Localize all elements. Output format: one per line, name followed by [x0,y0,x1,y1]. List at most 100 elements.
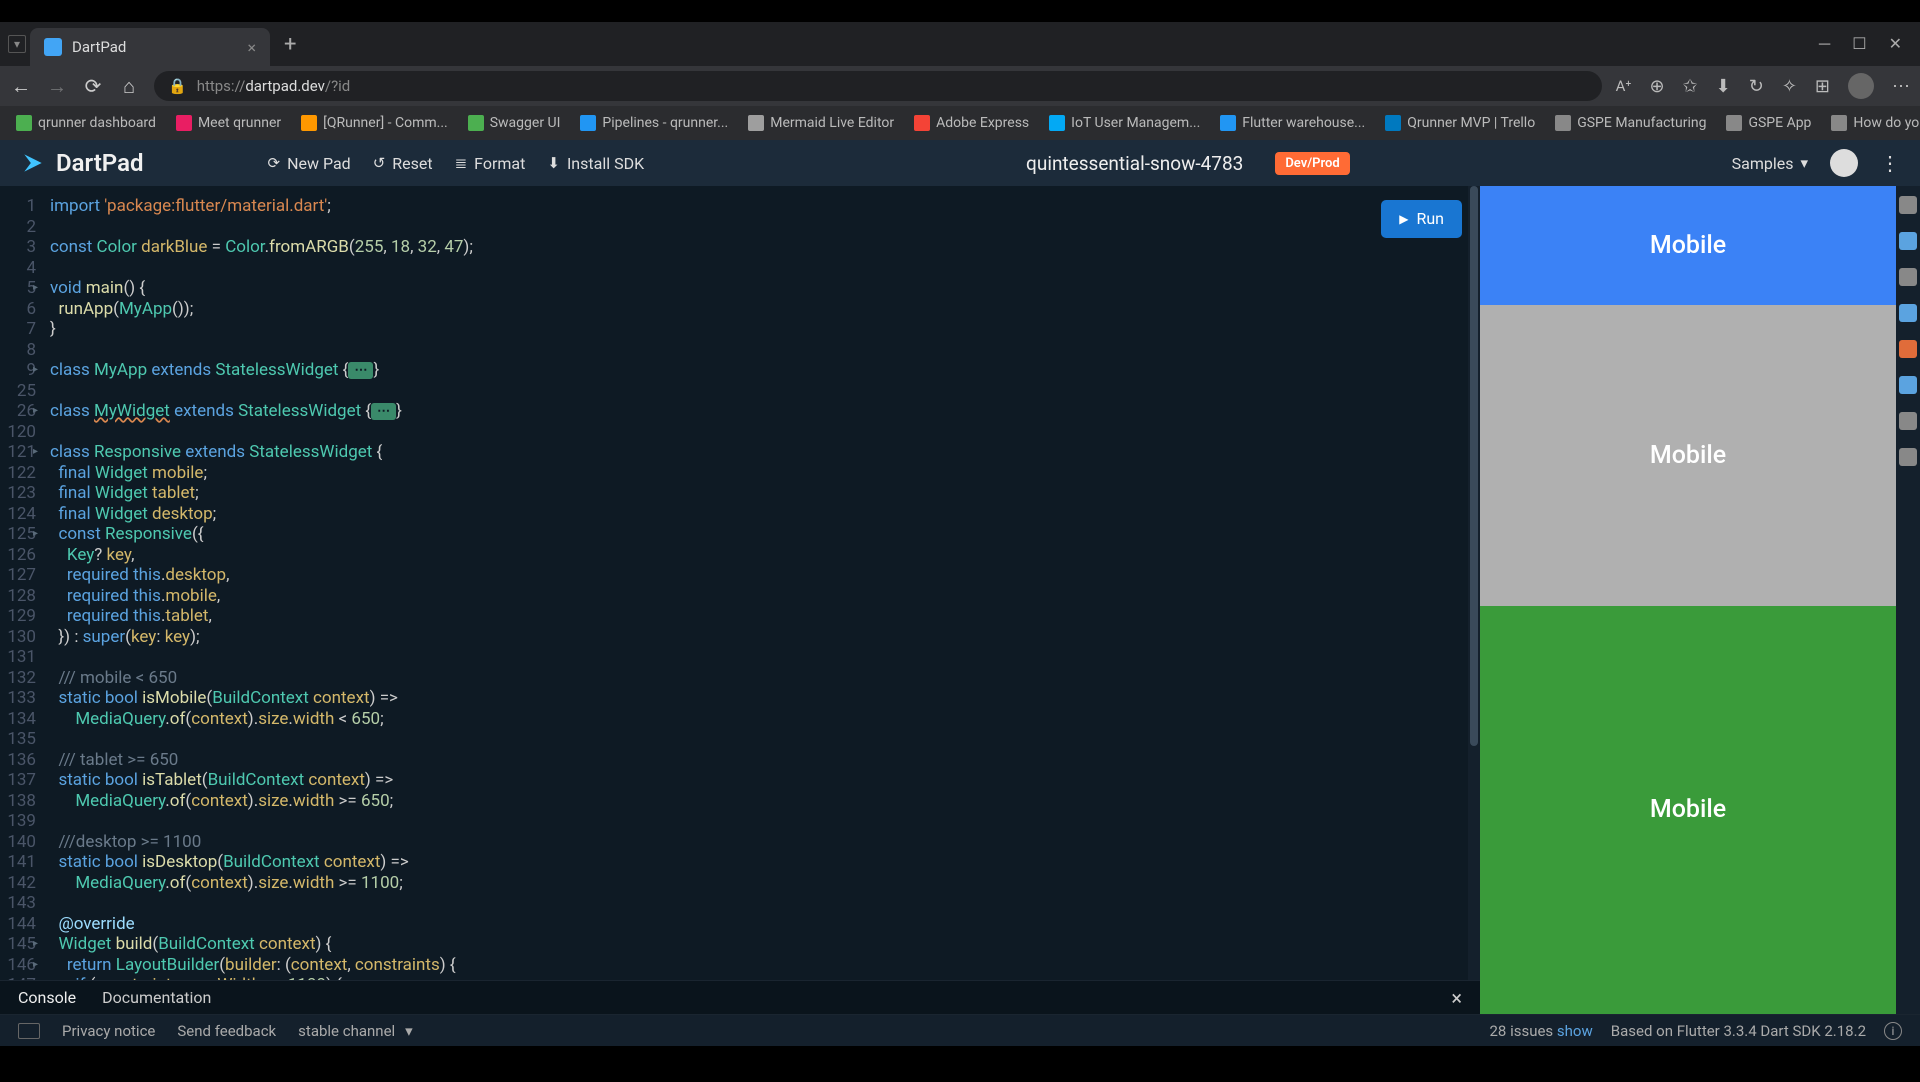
code-line[interactable]: final Widget desktop; [50,504,1468,525]
back-icon[interactable]: ← [10,74,32,99]
info-icon[interactable]: i [1884,1022,1902,1040]
bookmark-item[interactable]: Swagger UI [462,115,567,131]
code-line[interactable]: class MyWidget extends StatelessWidget {… [50,401,1468,422]
window-close-icon[interactable]: ✕ [1889,34,1902,54]
code-line[interactable]: final Widget mobile; [50,463,1468,484]
url-input[interactable]: 🔒 https://dartpad.dev/?id [154,71,1602,101]
extensions-icon[interactable]: ⊞ [1815,76,1830,97]
code-line[interactable]: final Widget tablet; [50,483,1468,504]
code-line[interactable]: }) : super(key: key); [50,627,1468,648]
channel-dropdown[interactable]: stable channel▾ [298,1022,413,1040]
browser-menu-icon[interactable]: ⋯ [1892,76,1910,97]
code-line[interactable]: static bool isTablet(BuildContext contex… [50,770,1468,791]
reset-button[interactable]: ↺Reset [373,154,433,173]
download-icon[interactable]: ⬇ [1716,76,1731,97]
bookmark-item[interactable]: [QRunner] - Comm... [295,115,454,131]
maximize-icon[interactable]: ☐ [1852,34,1866,54]
new-pad-button[interactable]: ⟳New Pad [267,154,350,173]
code-line[interactable] [50,340,1468,361]
tab-search-icon[interactable]: ▾ [8,35,26,53]
bookmark-item[interactable]: Meet qrunner [170,115,287,131]
code-line[interactable]: runApp(MyApp()); [50,299,1468,320]
code-line[interactable]: if (constraints.maxWidth >= 1100) { [50,975,1468,980]
overflow-menu-icon[interactable]: ⋮ [1880,151,1900,175]
code-line[interactable]: @override [50,914,1468,935]
code-line[interactable]: import 'package:flutter/material.dart'; [50,196,1468,217]
run-button[interactable]: Run [1381,200,1462,238]
bookmark-item[interactable]: qrunner dashboard [10,115,162,131]
code-line[interactable]: Key? key, [50,545,1468,566]
code-line[interactable]: /// tablet >= 650 [50,750,1468,771]
search-icon[interactable]: ⊕ [1649,76,1664,97]
dartpad-logo[interactable]: DartPad [20,149,143,177]
tab-console[interactable]: Console [18,988,76,1007]
code-line[interactable]: class Responsive extends StatelessWidget… [50,442,1468,463]
code-line[interactable]: MediaQuery.of(context).size.width >= 110… [50,873,1468,894]
close-icon[interactable]: × [247,38,256,57]
console-close-icon[interactable]: × [1451,986,1462,1010]
bookmark-item[interactable]: GSPE App [1720,115,1817,131]
code-line[interactable] [50,893,1468,914]
sync-icon[interactable]: ↻ [1749,76,1764,97]
home-icon[interactable]: ⌂ [118,74,140,99]
code-line[interactable]: /// mobile < 650 [50,668,1468,689]
code-line[interactable]: ///desktop >= 1100 [50,832,1468,853]
code-line[interactable]: MediaQuery.of(context).size.width >= 650… [50,791,1468,812]
minimize-icon[interactable]: ─ [1819,34,1830,54]
code-line[interactable] [50,422,1468,443]
samples-dropdown[interactable]: Samples▾ [1732,154,1808,173]
code-line[interactable]: class MyApp extends StatelessWidget {⋯} [50,360,1468,381]
avatar[interactable] [1848,73,1874,99]
bookmark-item[interactable]: GSPE Manufacturing [1549,115,1712,131]
code-line[interactable]: const Responsive({ [50,524,1468,545]
code-line[interactable] [50,258,1468,279]
box-icon[interactable] [1899,448,1917,466]
collections-icon[interactable]: ✧ [1782,76,1797,97]
bookmark-item[interactable]: How do you reduce... [1825,115,1920,131]
skype-icon[interactable] [1899,376,1917,394]
install-sdk-button[interactable]: ⬇Install SDK [547,154,644,173]
keyboard-icon[interactable] [18,1023,40,1039]
favorite-icon[interactable]: ✩ [1683,76,1698,97]
globe-icon[interactable] [1899,340,1917,358]
browser-tab[interactable]: DartPad × [30,28,270,66]
github-icon[interactable] [1830,149,1858,177]
issues-show-link[interactable]: show [1557,1022,1593,1040]
code-line[interactable] [50,217,1468,238]
new-tab-button[interactable]: + [274,32,306,57]
tool-icon[interactable] [1899,232,1917,250]
code-line[interactable] [50,811,1468,832]
bookmark-item[interactable]: Adobe Express [908,115,1035,131]
search-icon[interactable] [1899,196,1917,214]
bookmark-item[interactable]: Pipelines - qrunner... [574,115,734,131]
code-line[interactable] [50,647,1468,668]
plus-icon[interactable] [1899,412,1917,430]
pad-title[interactable]: quintessential-snow-4783 [1026,152,1243,175]
chat-icon[interactable] [1899,268,1917,286]
code-editor[interactable]: 12345▸6789▸2526▸120121▸122123124125▸1261… [0,186,1480,980]
code-line[interactable]: Widget build(BuildContext context) { [50,934,1468,955]
bookmark-item[interactable]: Qrunner MVP | Trello [1379,115,1541,131]
code-line[interactable]: const Color darkBlue = Color.fromARGB(25… [50,237,1468,258]
code-line[interactable]: static bool isDesktop(BuildContext conte… [50,852,1468,873]
code-line[interactable]: return LayoutBuilder(builder: (context, … [50,955,1468,976]
code-line[interactable]: required this.desktop, [50,565,1468,586]
forward-icon[interactable]: → [46,74,68,99]
editor-scrollbar[interactable] [1468,186,1480,980]
code-line[interactable]: static bool isMobile(BuildContext contex… [50,688,1468,709]
bookmark-item[interactable]: Mermaid Live Editor [742,115,900,131]
code-line[interactable]: void main() { [50,278,1468,299]
bookmark-item[interactable]: IoT User Managem... [1043,115,1206,131]
code-line[interactable]: MediaQuery.of(context).size.width < 650; [50,709,1468,730]
code-line[interactable] [50,729,1468,750]
feedback-link[interactable]: Send feedback [177,1022,276,1040]
read-aloud-icon[interactable]: A⁺ [1616,77,1632,95]
reload-icon[interactable]: ⟳ [82,74,104,98]
format-button[interactable]: ≣Format [455,154,526,173]
tab-documentation[interactable]: Documentation [102,988,211,1007]
bookmark-item[interactable]: Flutter warehouse... [1214,115,1371,131]
code-line[interactable]: } [50,319,1468,340]
code-line[interactable]: required this.mobile, [50,586,1468,607]
privacy-link[interactable]: Privacy notice [62,1022,155,1040]
share-icon[interactable] [1899,304,1917,322]
